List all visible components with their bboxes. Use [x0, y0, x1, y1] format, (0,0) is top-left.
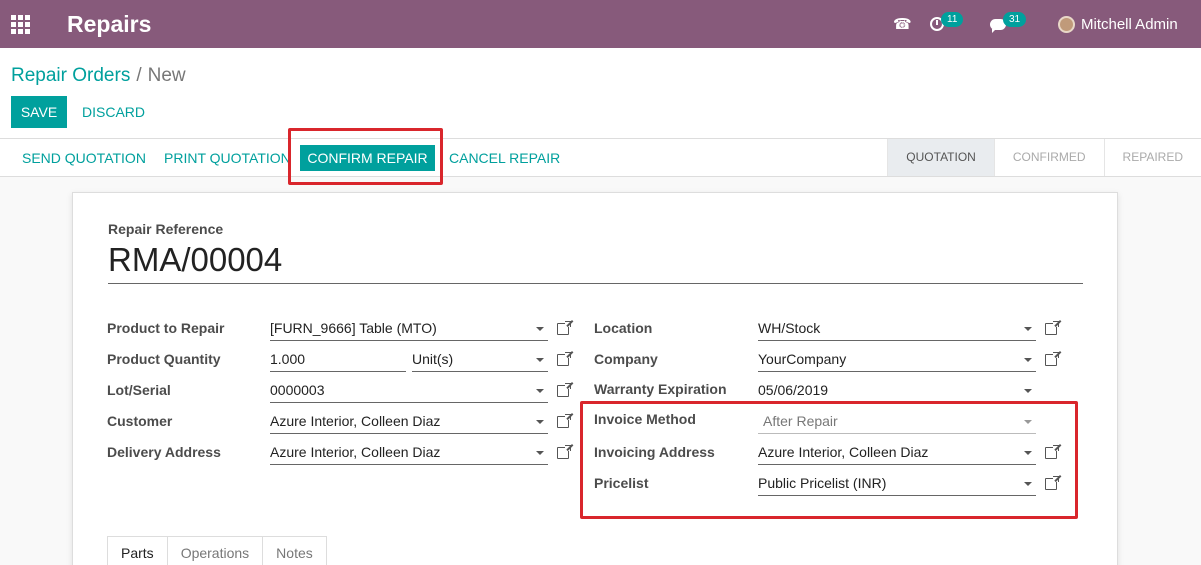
- external-link-icon[interactable]: [1045, 321, 1059, 335]
- company-value: YourCompany: [758, 351, 847, 367]
- breadcrumb: Repair Orders / New: [11, 65, 186, 87]
- lot-serial-label: Lot/Serial: [107, 382, 171, 398]
- apps-menu-icon[interactable]: [11, 15, 30, 34]
- product-quantity-label: Product Quantity: [107, 351, 221, 367]
- company-field[interactable]: YourCompany: [758, 349, 1036, 372]
- chevron-down-icon[interactable]: [1024, 389, 1032, 393]
- activity-menu[interactable]: 11: [930, 0, 964, 48]
- location-value: WH/Stock: [758, 320, 821, 336]
- location-field[interactable]: WH/Stock: [758, 318, 1036, 341]
- chevron-down-icon[interactable]: [536, 451, 544, 455]
- user-name: Mitchell Admin: [1081, 15, 1178, 33]
- status-bar: SEND QUOTATION PRINT QUOTATION CONFIRM R…: [0, 139, 1201, 177]
- messages-menu[interactable]: 31: [990, 0, 1027, 48]
- chevron-down-icon[interactable]: [1024, 327, 1032, 331]
- delivery-address-field[interactable]: Azure Interior, Colleen Diaz: [270, 442, 548, 465]
- external-link-icon[interactable]: [1045, 352, 1059, 366]
- external-link-icon[interactable]: [557, 321, 571, 335]
- stage-confirmed[interactable]: CONFIRMED: [993, 139, 1104, 176]
- customer-field[interactable]: Azure Interior, Colleen Diaz: [270, 411, 548, 434]
- avatar: [1058, 15, 1075, 33]
- product-quantity-input[interactable]: 1.000: [270, 349, 406, 372]
- chevron-down-icon[interactable]: [1024, 358, 1032, 362]
- stage-quotation: QUOTATION: [887, 139, 994, 176]
- external-link-icon[interactable]: [557, 445, 571, 459]
- activity-badge: 11: [941, 11, 964, 27]
- top-navbar: Repairs ☎ 11 31 Mitchell Admin: [0, 0, 1201, 48]
- notebook-tabs: Parts Operations Notes: [107, 536, 327, 565]
- warranty-expiration-label: Warranty Expiration: [594, 381, 727, 397]
- breadcrumb-current: New: [147, 65, 186, 86]
- uom-field[interactable]: Unit(s): [412, 349, 548, 372]
- chevron-down-icon[interactable]: [536, 389, 544, 393]
- breadcrumb-repair-orders[interactable]: Repair Orders: [11, 65, 130, 86]
- warranty-expiration-field[interactable]: 05/06/2019: [758, 380, 1036, 403]
- chevron-down-icon[interactable]: [536, 358, 544, 362]
- uom-value: Unit(s): [412, 351, 454, 367]
- control-panel: Repair Orders / New SAVE DISCARD: [0, 48, 1201, 139]
- messages-badge: 31: [1003, 11, 1027, 27]
- tab-parts[interactable]: Parts: [107, 536, 168, 565]
- product-to-repair-label: Product to Repair: [107, 320, 225, 336]
- repair-reference-label: Repair Reference: [108, 221, 224, 237]
- customer-label: Customer: [107, 413, 173, 429]
- location-label: Location: [594, 320, 653, 336]
- customer-value: Azure Interior, Colleen Diaz: [270, 413, 441, 429]
- user-menu[interactable]: Mitchell Admin: [1058, 0, 1178, 48]
- breadcrumb-separator: /: [136, 65, 142, 86]
- delivery-address-value: Azure Interior, Colleen Diaz: [270, 444, 441, 460]
- chevron-down-icon[interactable]: [536, 327, 544, 331]
- product-quantity-value: 1.000: [270, 351, 306, 367]
- lot-serial-field[interactable]: 0000003: [270, 380, 548, 403]
- save-button[interactable]: SAVE: [11, 96, 67, 128]
- cancel-repair-button[interactable]: CANCEL REPAIR: [449, 150, 560, 166]
- stage-pipeline: QUOTATION CONFIRMED REPAIRED: [887, 139, 1201, 176]
- delivery-address-label: Delivery Address: [107, 444, 221, 460]
- stage-repaired[interactable]: REPAIRED: [1103, 139, 1201, 176]
- product-to-repair-value: [FURN_9666] Table (MTO): [270, 320, 437, 336]
- tab-notes[interactable]: Notes: [262, 536, 327, 565]
- product-to-repair-field[interactable]: [FURN_9666] Table (MTO): [270, 318, 548, 341]
- app-title[interactable]: Repairs: [67, 11, 151, 38]
- chevron-down-icon[interactable]: [536, 420, 544, 424]
- external-link-icon[interactable]: [557, 352, 571, 366]
- lot-serial-value: 0000003: [270, 382, 325, 398]
- invoice-highlight-box: [580, 401, 1078, 519]
- confirm-highlight-box: [288, 128, 443, 185]
- company-label: Company: [594, 351, 658, 367]
- tab-operations[interactable]: Operations: [166, 536, 264, 565]
- send-quotation-button[interactable]: SEND QUOTATION: [22, 150, 146, 166]
- repair-reference-value: RMA/00004: [108, 241, 1083, 284]
- discard-button[interactable]: DISCARD: [82, 104, 145, 120]
- phone-icon[interactable]: ☎: [893, 0, 912, 48]
- external-link-icon[interactable]: [557, 383, 571, 397]
- print-quotation-button[interactable]: PRINT QUOTATION: [164, 150, 291, 166]
- external-link-icon[interactable]: [557, 414, 571, 428]
- warranty-expiration-value: 05/06/2019: [758, 382, 829, 398]
